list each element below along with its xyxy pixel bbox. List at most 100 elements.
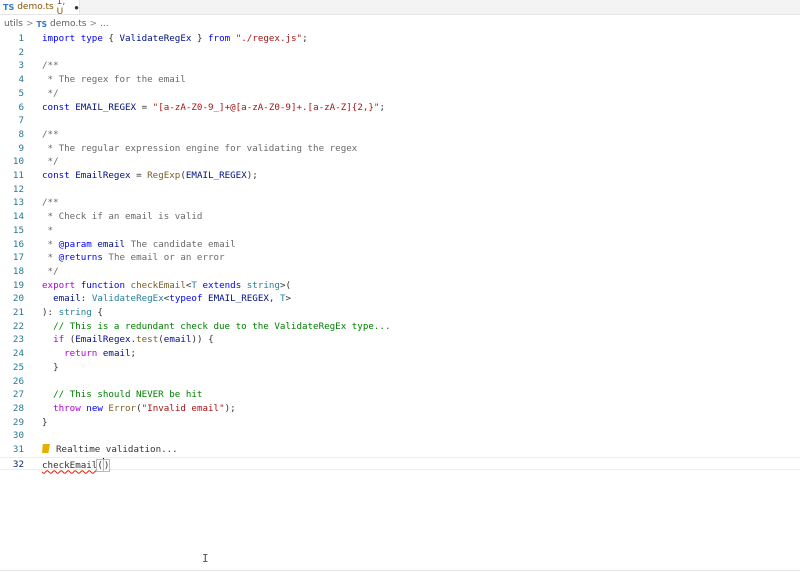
code-line[interactable]: 22 // This is a redundant check due to t… [0,320,800,334]
breadcrumb-file[interactable]: demo.ts [50,19,86,29]
line-number[interactable]: 8 [0,128,24,142]
line-number[interactable]: 25 [0,361,24,375]
line-number[interactable]: 4 [0,73,24,87]
line-number[interactable]: 24 [0,347,24,361]
code-line[interactable]: 16 * @param email The candidate email [0,238,800,252]
line-number[interactable]: 27 [0,388,24,402]
code-text[interactable]: * [42,224,54,238]
code-line[interactable]: 9 * The regular expression engine for va… [0,142,800,156]
breadcrumb-folder[interactable]: utils [4,19,23,29]
line-number[interactable]: 18 [0,265,24,279]
code-text[interactable]: email: ValidateRegEx<typeof EMAIL_REGEX,… [42,292,291,306]
code-text[interactable]: * @returns The email or an error [42,251,225,265]
code-text[interactable]: * The regular expression engine for vali… [42,142,358,156]
code-text[interactable]: // This is a redundant check due to the … [42,320,390,334]
code-text[interactable]: /** [42,128,59,142]
line-number[interactable]: 11 [0,169,24,183]
line-number[interactable]: 3 [0,59,24,73]
breadcrumb-symbol[interactable]: ... [100,19,109,29]
code-line[interactable]: 17 * @returns The email or an error [0,251,800,265]
code-line[interactable]: 2 [0,46,800,60]
code-line[interactable]: 27 // This should NEVER be hit [0,388,800,402]
code-text[interactable]: /** [42,196,59,210]
line-number[interactable]: 16 [0,238,24,252]
code-line[interactable]: 1 import type { ValidateRegEx } from "./r… [0,32,800,46]
line-number[interactable]: 17 [0,251,24,265]
code-line[interactable]: 14 * Check if an email is valid [0,210,800,224]
code-line[interactable]: 11 const EmailRegex = RegExp(EMAIL_REGEX)… [0,169,800,183]
line-number[interactable]: 21 [0,306,24,320]
code-line[interactable]: 29} [0,416,800,430]
code-line[interactable]: 18 */ [0,265,800,279]
code-line[interactable]: 26 [0,375,800,389]
line-number[interactable]: 19 [0,279,24,293]
line-number[interactable]: 7 [0,114,24,128]
line-number[interactable]: 14 [0,210,24,224]
code-text[interactable]: throw new Error("Invalid email"); [42,402,236,416]
code-line[interactable]: 15 * [0,224,800,238]
code-editor[interactable]: 1 import type { ValidateRegEx } from "./r… [0,32,800,473]
line-number[interactable]: 10 [0,155,24,169]
line-number[interactable]: 12 [0,183,24,197]
code-token: >( [279,279,292,291]
code-line[interactable]: 13 /** [0,196,800,210]
code-text[interactable]: * The regex for the email [42,73,186,87]
line-number[interactable]: 22 [0,320,24,334]
code-line[interactable]: 12 [0,183,800,197]
code-text[interactable]: */ [42,87,59,101]
line-number[interactable]: 29 [0,416,24,430]
code-text[interactable]: * Check if an email is valid [42,210,203,224]
code-text[interactable]: return email; [42,347,136,361]
code-text[interactable]: */ [42,265,59,279]
code-line[interactable]: 32 checkEmail() [0,456,800,473]
code-text[interactable]: /** [42,59,59,73]
code-text[interactable]: * @param email The candidate email [42,238,236,252]
code-line[interactable]: 10 */ [0,155,800,169]
code-token: test [136,334,159,346]
unsaved-dot-icon[interactable]: ● [74,3,79,12]
line-number[interactable]: 15 [0,224,24,238]
code-line[interactable]: 24 return email; [0,347,800,361]
code-text[interactable]: } [42,361,59,375]
code-text[interactable]: // This should NEVER be hit [42,388,202,402]
line-number[interactable]: 28 [0,402,24,416]
code-line[interactable]: 6 const EMAIL_REGEX = "[a-zA-Z0-9_]+@[a-z… [0,101,800,115]
line-number[interactable]: 31 [0,443,24,457]
code-line[interactable]: 4 * The regex for the email [0,73,800,87]
line-number[interactable]: 9 [0,142,24,156]
code-line[interactable]: 5 */ [0,87,800,101]
line-number[interactable]: 13 [0,196,24,210]
code-line[interactable]: 7 [0,114,800,128]
code-text[interactable]: } [42,416,48,430]
code-token: } [42,416,48,428]
code-line[interactable]: 8 /** [0,128,800,142]
line-number[interactable]: 26 [0,375,24,389]
code-text[interactable]: */ [42,155,59,169]
code-text[interactable]: if (EmailRegex.test(email)) { [42,333,214,347]
code-line[interactable]: 28 throw new Error("Invalid email"); [0,402,800,416]
tab-demo-ts[interactable]: TS demo.ts 1, U ● [0,0,80,17]
line-number[interactable]: 2 [0,46,24,60]
line-number[interactable]: 20 [0,292,24,306]
code-text[interactable]: ): string { [42,306,103,320]
code-text[interactable]: Realtime validation... [42,443,178,457]
line-number[interactable]: 6 [0,101,24,115]
code-line[interactable]: 25 } [0,361,800,375]
code-line[interactable]: 19 export function checkEmail<T extends s… [0,279,800,293]
code-line[interactable]: 20 email: ValidateRegEx<typeof EMAIL_REG… [0,292,800,306]
code-line[interactable]: 21 ): string { [0,306,800,320]
code-text[interactable]: import type { ValidateRegEx } from "./re… [42,32,308,46]
line-number[interactable]: 1 [0,32,24,46]
line-number[interactable]: 32 [0,458,24,472]
code-line[interactable]: 23 if (EmailRegex.test(email)) { [0,333,800,347]
line-number[interactable]: 30 [0,429,24,443]
code-text[interactable]: const EMAIL_REGEX = "[a-zA-Z0-9_]+@[a-zA… [42,101,385,115]
line-number[interactable]: 5 [0,87,24,101]
code-line[interactable]: 31 Realtime validation... [0,443,800,457]
code-line[interactable]: 3 /** [0,59,800,73]
line-number[interactable]: 23 [0,333,24,347]
code-text[interactable]: const EmailRegex = RegExp(EMAIL_REGEX); [42,169,258,183]
code-text[interactable]: checkEmail() [42,457,111,473]
code-text[interactable]: export function checkEmail<T extends str… [42,279,291,293]
code-line[interactable]: 30 [0,429,800,443]
